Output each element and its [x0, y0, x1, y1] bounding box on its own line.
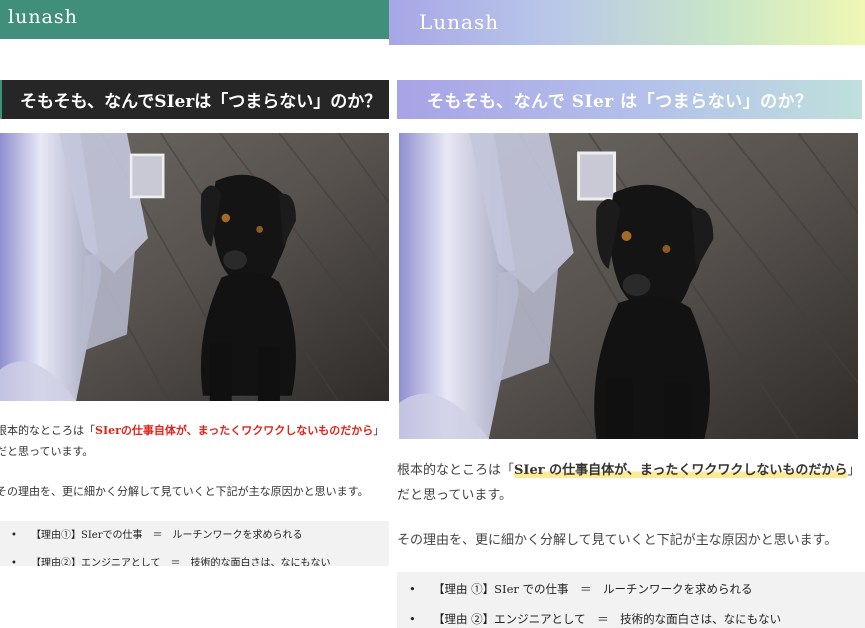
section-heading: そもそも、なんで SIer は「つまらない」のか？: [397, 80, 862, 119]
site-title-link[interactable]: Lunash: [419, 10, 499, 34]
list-item: 【理由①】SIerでの仕事 ＝ ルーチンワークを求められる: [0, 522, 389, 550]
reasons-lead-paragraph: その理由を、更に細かく分解して見ていくと下記が主な原因かと思います。: [0, 485, 369, 498]
dog-photo: [0, 133, 389, 401]
intro-text: 根本的なところは「: [0, 424, 95, 437]
intro-paragraph: 根本的なところは「SIer の仕事自体が、まったくワクワクしないものだから」だと…: [397, 458, 859, 508]
list-item: 【理由②】エンジニアとして ＝ 技術的な面白さは、なにもない: [0, 550, 389, 566]
site-header: Lunash: [389, 0, 865, 45]
dog-photo-image: [399, 133, 858, 439]
reasons-list-box: 【理由 ①】SIer での仕事 ＝ ルーチンワークを求められる 【理由 ②】エン…: [397, 572, 865, 628]
intro-text: 根本的なところは「: [397, 463, 515, 478]
list-item: 【理由 ②】エンジニアとして ＝ 技術的な面白さは、なにもない: [397, 604, 865, 628]
dog-photo: [399, 133, 858, 439]
left-page-preview: lunash そもそも、なんでSIerは「つまらない」のか？ 根本的なところは「…: [0, 0, 389, 628]
section-heading: そもそも、なんでSIerは「つまらない」のか？: [0, 80, 389, 119]
section-heading-text: そもそも、なんでSIerは「つまらない」のか？: [20, 92, 382, 112]
right-page-preview: Lunash そもそも、なんで SIer は「つまらない」のか？ 根本的なところ…: [389, 0, 865, 628]
section-heading-text: そもそも、なんで SIer は「つまらない」のか？: [427, 92, 813, 112]
list-item: 【理由 ①】SIer での仕事 ＝ ルーチンワークを求められる: [397, 574, 865, 604]
reasons-list-box: 【理由①】SIerでの仕事 ＝ ルーチンワークを求められる 【理由②】エンジニア…: [0, 521, 389, 566]
emphasis-text: SIerの仕事自体が、まったくワクワクしないものだから: [95, 424, 374, 437]
reasons-list: 【理由①】SIerでの仕事 ＝ ルーチンワークを求められる 【理由②】エンジニア…: [0, 521, 389, 566]
reasons-lead-paragraph: その理由を、更に細かく分解して見ていくと下記が主な原因かと思います。: [397, 533, 838, 548]
site-title-link[interactable]: lunash: [8, 6, 78, 28]
intro-paragraph: 根本的なところは「SIerの仕事自体が、まったくワクワクしないものだから」だと思…: [0, 420, 389, 462]
emphasis-text: SIer の仕事自体が、まったくワクワクしないものだから: [514, 463, 848, 478]
reasons-list: 【理由 ①】SIer での仕事 ＝ ルーチンワークを求められる 【理由 ②】エン…: [397, 572, 865, 628]
dog-photo-image: [0, 133, 389, 401]
site-header: lunash: [0, 0, 389, 39]
